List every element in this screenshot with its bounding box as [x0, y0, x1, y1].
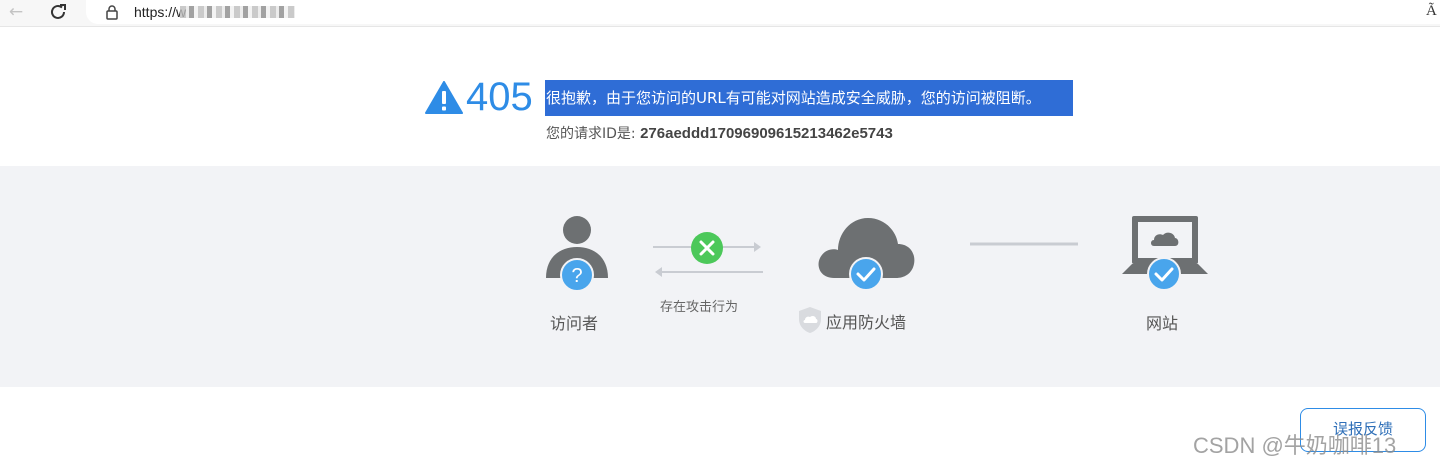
- visitor-icon: ?: [546, 216, 608, 292]
- connector-line: [970, 242, 1078, 246]
- request-id-value: 276aeddd17096909615213462e5743: [640, 125, 893, 142]
- request-id-line: 您的请求ID是: 276aeddd17096909615213462e5743: [546, 125, 893, 143]
- watermark: CSDN @牛奶咖啡13: [1193, 433, 1397, 458]
- back-arrow-icon[interactable]: ←: [6, 2, 26, 22]
- error-code: 405: [466, 75, 533, 119]
- warning-icon: [425, 81, 463, 114]
- firewall-label: 应用防火墙: [826, 313, 907, 332]
- request-id-label: 您的请求ID是:: [546, 126, 641, 142]
- error-message: 很抱歉，由于您访问的URL有可能对网站造成安全威胁，您的访问被阻断。: [545, 80, 1073, 116]
- svg-text:?: ?: [571, 265, 582, 287]
- browser-toolbar: ← https://w Ã: [0, 0, 1440, 27]
- laptop-website-icon: [1122, 216, 1208, 291]
- blocked-x-icon: [691, 232, 723, 264]
- url-text[interactable]: https://w: [134, 4, 186, 20]
- url-redacted: [180, 6, 295, 18]
- attack-label: 存在攻击行为: [660, 300, 739, 315]
- shield-cloud-icon: [799, 307, 821, 333]
- website-label: 网站: [1146, 314, 1179, 333]
- read-aloud-icon[interactable]: Ã: [1426, 3, 1437, 20]
- cloud-firewall-icon: [818, 218, 915, 291]
- visitor-label: 访问者: [550, 314, 599, 333]
- refresh-icon[interactable]: [47, 1, 69, 23]
- lock-icon[interactable]: [105, 4, 119, 20]
